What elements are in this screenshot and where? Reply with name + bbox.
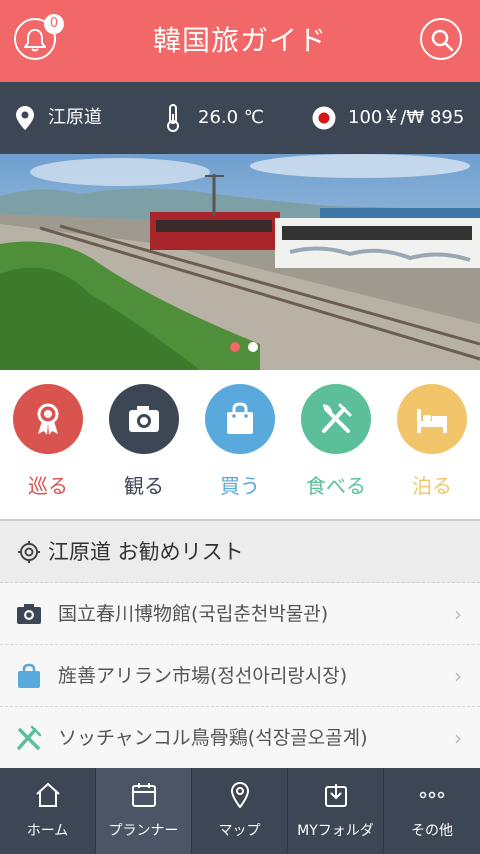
nav-more[interactable]: その他 bbox=[384, 768, 480, 854]
japan-flag-icon bbox=[312, 106, 336, 130]
shopping-bag-icon bbox=[18, 663, 40, 688]
nav-label: ホーム bbox=[26, 823, 69, 839]
nav-label: その他 bbox=[411, 823, 453, 839]
nav-planner[interactable]: プランナー bbox=[96, 768, 192, 854]
banner-carousel[interactable] bbox=[0, 154, 480, 370]
region-label: 江原道 bbox=[48, 107, 102, 128]
category-label: 巡る bbox=[28, 474, 68, 498]
calendar-icon bbox=[132, 783, 156, 807]
list-item-label: 旌善アリラン市場(정선아리랑시장) bbox=[58, 665, 348, 687]
category-label: 食べる bbox=[306, 474, 366, 498]
category-shopping[interactable]: 買う bbox=[205, 384, 275, 498]
nav-label: プランナー bbox=[108, 823, 179, 839]
bottom-nav: ホーム プランナー マップ MYフォルダ その他 bbox=[0, 768, 480, 854]
category-tour[interactable]: 巡る bbox=[13, 384, 83, 498]
page-title: 韓国旅ガイド bbox=[152, 24, 327, 57]
fork-knife-icon bbox=[17, 725, 42, 750]
category-sightseeing[interactable]: 観る bbox=[109, 384, 179, 498]
app-header: 0 韓国旅ガイド bbox=[0, 0, 480, 82]
category-label: 買う bbox=[220, 474, 260, 498]
carousel-dot-active[interactable] bbox=[230, 342, 240, 352]
fork-knife-icon bbox=[322, 403, 352, 433]
list-item[interactable]: 国立春川博物館(국립춘천박물관) › bbox=[0, 583, 480, 645]
list-item-label: 国立春川博物館(국립춘천박물관) bbox=[58, 603, 329, 625]
info-bar: 江原道 26.0 ℃ 100￥/₩ 895 bbox=[0, 82, 480, 154]
camera-icon bbox=[17, 604, 41, 624]
temperature-value: 26.0 ℃ bbox=[198, 107, 265, 128]
shopping-bag-icon bbox=[227, 402, 253, 434]
category-label: 泊る bbox=[412, 474, 452, 498]
nav-label: マップ bbox=[218, 823, 261, 839]
camera-icon bbox=[129, 406, 159, 432]
search-icon bbox=[431, 29, 454, 52]
carousel-dot[interactable] bbox=[248, 342, 258, 352]
location-pin-icon bbox=[16, 106, 34, 130]
nav-my-folder[interactable]: MYフォルダ bbox=[288, 768, 384, 854]
target-location-icon bbox=[18, 541, 40, 563]
thermometer-icon bbox=[167, 104, 179, 132]
recommend-header: 江原道 お勧めリスト bbox=[0, 521, 480, 583]
nav-map[interactable]: マップ bbox=[192, 768, 288, 854]
category-food[interactable]: 食べる bbox=[301, 384, 371, 498]
chevron-right-icon: › bbox=[454, 726, 462, 750]
chevron-right-icon: › bbox=[454, 602, 462, 626]
recommend-title: 江原道 お勧めリスト bbox=[48, 540, 244, 564]
banner-train-image bbox=[0, 154, 480, 370]
list-item[interactable]: 旌善アリラン市場(정선아리랑시장) › bbox=[0, 645, 480, 707]
exchange-rate: 100￥/₩ 895 bbox=[348, 107, 465, 128]
nav-label: MYフォルダ bbox=[297, 823, 374, 839]
chevron-right-icon: › bbox=[454, 664, 462, 688]
folder-download-icon bbox=[325, 784, 347, 807]
bed-icon bbox=[417, 409, 447, 433]
category-lodging[interactable]: 泊る bbox=[397, 384, 467, 498]
award-ribbon-icon bbox=[37, 403, 59, 435]
list-item-label: ソッチャンコル鳥骨鶏(석장골오골계) bbox=[58, 727, 368, 749]
map-pin-icon bbox=[230, 782, 250, 808]
home-icon bbox=[36, 782, 60, 807]
more-dots-icon bbox=[419, 791, 445, 799]
category-label: 観る bbox=[124, 474, 164, 498]
list-item[interactable]: ソッチャンコル鳥骨鶏(석장골오골계) › bbox=[0, 707, 480, 769]
search-button[interactable] bbox=[420, 18, 462, 60]
nav-home[interactable]: ホーム bbox=[0, 768, 96, 854]
